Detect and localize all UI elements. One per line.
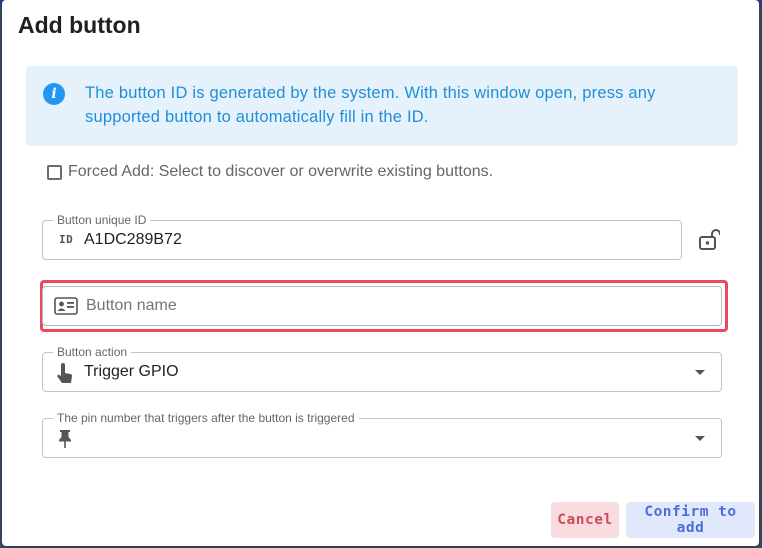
lock-open-icon[interactable] — [698, 228, 721, 252]
button-name-field[interactable] — [42, 286, 722, 326]
unique-id-field[interactable]: Button unique ID ID A1DC289B72 — [42, 213, 682, 260]
add-button-dialog: Add button i The button ID is generated … — [2, 0, 759, 546]
unique-id-label: Button unique ID — [53, 213, 151, 227]
unique-id-value[interactable]: A1DC289B72 — [84, 231, 182, 249]
dialog-title: Add button — [18, 12, 141, 38]
pin-number-label: The pin number that triggers after the b… — [53, 411, 359, 425]
forced-add-label: Forced Add: Select to discover or overwr… — [68, 163, 494, 180]
cancel-button[interactable]: Cancel — [551, 502, 619, 538]
info-alert: i The button ID is generated by the syst… — [26, 66, 738, 146]
confirm-add-button[interactable]: Confirm to add — [626, 502, 755, 538]
pin-number-select[interactable]: The pin number that triggers after the b… — [42, 411, 722, 458]
chevron-down-icon[interactable] — [695, 370, 705, 375]
pushpin-icon — [58, 429, 72, 449]
id-prefix-icon: ID — [59, 233, 74, 246]
chevron-down-icon[interactable] — [695, 436, 705, 441]
info-icon: i — [43, 83, 65, 105]
info-alert-text: The button ID is generated by the system… — [85, 84, 656, 126]
button-action-value: Trigger GPIO — [84, 363, 179, 380]
forced-add-row[interactable]: Forced Add: Select to discover or overwr… — [47, 163, 493, 181]
button-action-select[interactable]: Button action Trigger GPIO — [42, 345, 722, 392]
forced-add-checkbox[interactable] — [47, 164, 62, 180]
id-card-icon — [54, 297, 78, 315]
hand-pointer-icon — [56, 363, 74, 385]
button-action-label: Button action — [53, 345, 132, 359]
button-name-input[interactable] — [84, 296, 688, 316]
